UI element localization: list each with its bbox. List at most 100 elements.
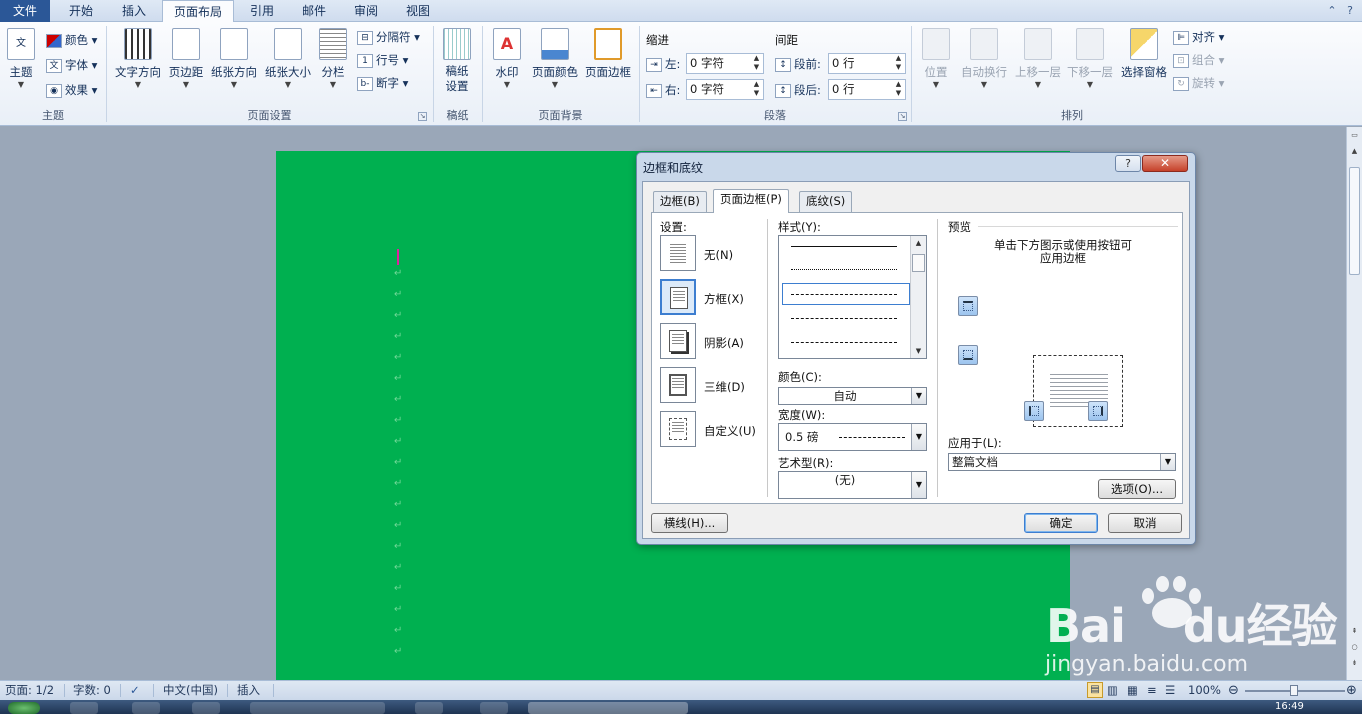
close-icon[interactable]: ✕ — [1142, 155, 1188, 172]
right-border-button[interactable] — [1088, 401, 1108, 421]
size-button[interactable]: 纸张大小 ▼ — [262, 28, 314, 90]
setting-box-button[interactable] — [660, 279, 696, 315]
style-dashed-small[interactable] — [791, 294, 897, 295]
page-setup-launcher-icon[interactable]: ↘ — [418, 112, 427, 121]
bring-forward-button[interactable]: 上移一层 ▼ — [1012, 28, 1064, 90]
draft-settings-button[interactable]: 稿纸 设置 — [438, 28, 476, 94]
spin-arrows-icon[interactable]: ▲ ▼ — [893, 54, 904, 73]
style-solid[interactable] — [791, 246, 897, 247]
taskbar-app-icon[interactable] — [192, 702, 220, 714]
help-button[interactable]: ? — [1115, 155, 1141, 172]
left-border-button[interactable] — [1024, 401, 1044, 421]
chevron-down-icon[interactable]: ▼ — [911, 388, 926, 404]
indent-right-spinner[interactable]: 0 字符 ▲ ▼ — [686, 79, 764, 100]
tab-home[interactable]: 开始 — [55, 0, 107, 22]
tab-page-border[interactable]: 页面边框(P) — [713, 189, 789, 213]
width-dropdown[interactable]: 0.5 磅 ▼ — [778, 423, 927, 451]
style-list-scrollbar[interactable]: ▲ ▼ — [910, 236, 926, 358]
paragraph-launcher-icon[interactable]: ↘ — [898, 112, 907, 121]
zoom-in-icon[interactable]: ⊕ — [1346, 681, 1357, 700]
preview-page[interactable] — [1033, 355, 1123, 427]
align-button[interactable]: ⊫ 对齐 ▾ — [1173, 27, 1224, 47]
themes-button[interactable]: 文 主题 ▼ — [4, 28, 38, 90]
setting-none-button[interactable] — [660, 235, 696, 271]
page-color-button[interactable]: 页面颜色 ▼ — [528, 28, 582, 90]
scroll-thumb[interactable] — [1349, 167, 1360, 275]
setting-shadow-button[interactable] — [660, 323, 696, 359]
taskbar-app-icon[interactable] — [415, 702, 443, 714]
spin-arrows-icon[interactable]: ▲ ▼ — [751, 80, 762, 99]
spacing-after-spinner[interactable]: 0 行 ▲ ▼ — [828, 79, 906, 100]
tab-page-layout[interactable]: 页面布局 — [162, 0, 234, 23]
setting-none-label[interactable]: 无(N) — [704, 247, 733, 263]
group-objects-button[interactable]: ⊡ 组合 ▾ — [1173, 50, 1224, 70]
hyphenation-button[interactable]: b- 断字 ▾ — [357, 73, 408, 93]
page-borders-button[interactable]: 页面边框 — [582, 28, 634, 80]
setting-3d-label[interactable]: 三维(D) — [704, 379, 745, 395]
spin-arrows-icon[interactable]: ▲ ▼ — [751, 54, 762, 73]
language-indicator[interactable]: 中文(中国) — [163, 681, 218, 700]
style-dotted[interactable] — [791, 269, 897, 270]
horizontal-line-button[interactable]: 横线(H)... — [651, 513, 728, 533]
line-numbers-button[interactable]: 1 行号 ▾ — [357, 50, 408, 70]
color-dropdown[interactable]: 自动 ▼ — [778, 387, 927, 405]
taskbar-window-icon[interactable] — [250, 702, 385, 714]
zoom-out-icon[interactable]: ⊖ — [1228, 681, 1239, 700]
next-page-icon[interactable]: ⇟ — [1349, 657, 1360, 669]
browse-object-icon[interactable]: ○ — [1349, 641, 1360, 653]
setting-shadow-label[interactable]: 阴影(A) — [704, 335, 744, 351]
minimize-ribbon-icon[interactable]: ⌃ — [1325, 4, 1339, 18]
scroll-up-icon[interactable]: ▲ — [1349, 145, 1360, 157]
scroll-down-icon[interactable]: ▼ — [911, 345, 926, 357]
selection-pane-button[interactable]: 选择窗格 — [1118, 28, 1170, 80]
proofing-icon[interactable]: ✓ — [130, 681, 140, 700]
position-button[interactable]: 位置 ▼ — [918, 28, 954, 90]
tab-references[interactable]: 引用 — [236, 0, 288, 22]
tab-shading[interactable]: 底纹(S) — [799, 191, 853, 212]
vertical-scrollbar[interactable]: ▭ ▲ ⇞ ○ ⇟ — [1346, 127, 1362, 680]
chevron-down-icon[interactable]: ▼ — [911, 472, 926, 498]
art-dropdown[interactable]: (无) ▼ — [778, 471, 927, 499]
breaks-button[interactable]: ⊟ 分隔符 ▾ — [357, 27, 420, 47]
spacing-before-spinner[interactable]: 0 行 ▲ ▼ — [828, 53, 906, 74]
zoom-slider-thumb[interactable] — [1290, 685, 1298, 696]
orientation-button[interactable]: 纸张方向 ▼ — [208, 28, 260, 90]
setting-3d-button[interactable] — [660, 367, 696, 403]
watermark-button[interactable]: A 水印 ▼ — [490, 28, 524, 90]
zoom-level[interactable]: 100% — [1188, 681, 1221, 700]
taskbar-ie-icon[interactable] — [70, 702, 98, 714]
tab-mailings[interactable]: 邮件 — [288, 0, 340, 22]
word-count[interactable]: 字数: 0 — [73, 681, 111, 700]
cancel-button[interactable]: 取消 — [1108, 513, 1182, 533]
chevron-down-icon[interactable]: ▼ — [911, 424, 926, 450]
outline-view-icon[interactable]: ≡ — [1147, 681, 1157, 700]
columns-button[interactable]: 分栏 ▼ — [316, 28, 350, 90]
chevron-down-icon[interactable]: ▼ — [1160, 454, 1175, 470]
insert-mode[interactable]: 插入 — [237, 681, 260, 700]
start-button-icon[interactable] — [8, 702, 40, 714]
full-screen-reading-icon[interactable]: ▥ — [1107, 681, 1118, 700]
setting-custom-button[interactable] — [660, 411, 696, 447]
bottom-border-button[interactable] — [958, 345, 978, 365]
rotate-button[interactable]: ↻ 旋转 ▾ — [1173, 73, 1224, 93]
tab-file[interactable]: 文件 — [0, 0, 50, 22]
wrap-text-button[interactable]: 自动换行 ▼ — [958, 28, 1010, 90]
tab-insert[interactable]: 插入 — [108, 0, 160, 22]
text-direction-button[interactable]: 文字方向 ▼ — [112, 28, 164, 90]
prev-page-icon[interactable]: ⇞ — [1349, 625, 1360, 637]
scroll-up-icon[interactable]: ▲ — [911, 237, 926, 249]
style-dash-dot[interactable] — [791, 342, 897, 343]
style-dashed[interactable] — [791, 318, 897, 319]
tab-borders[interactable]: 边框(B) — [653, 191, 707, 212]
web-layout-icon[interactable]: ▦ — [1127, 681, 1138, 700]
indent-left-spinner[interactable]: 0 字符 ▲ ▼ — [686, 53, 764, 74]
taskbar-app-icon[interactable] — [480, 702, 508, 714]
spin-arrows-icon[interactable]: ▲ ▼ — [893, 80, 904, 99]
style-list[interactable]: ▲ ▼ — [778, 235, 927, 359]
draft-view-icon[interactable]: ☰ — [1165, 681, 1175, 700]
setting-custom-label[interactable]: 自定义(U) — [704, 423, 756, 439]
setting-box-label[interactable]: 方框(X) — [704, 291, 744, 307]
tab-review[interactable]: 审阅 — [340, 0, 392, 22]
page-count[interactable]: 页面: 1/2 — [5, 681, 54, 700]
theme-colors-button[interactable]: 颜色 ▾ — [46, 30, 97, 50]
